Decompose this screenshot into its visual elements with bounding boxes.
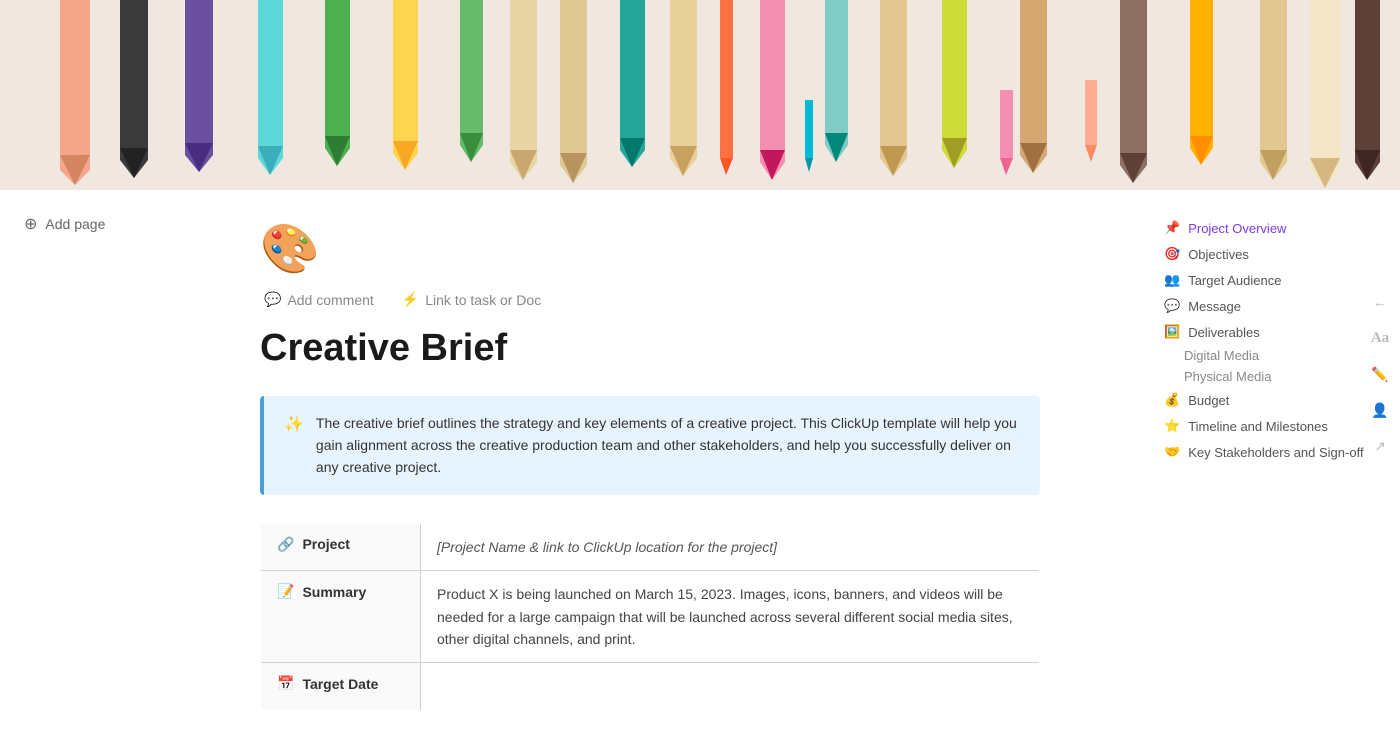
timeline-icon: ⭐ xyxy=(1164,418,1180,434)
toc-item-objectives[interactable]: 🎯 Objectives xyxy=(1156,242,1384,266)
info-table: 🔗 Project [Project Name & link to ClickU… xyxy=(260,523,1040,711)
font-size-button[interactable]: Aa xyxy=(1368,326,1392,350)
link-icon: ⚡ xyxy=(402,291,419,308)
comment-icon: 💬 xyxy=(264,291,281,308)
add-page-button[interactable]: ⊕ Add page xyxy=(16,210,184,238)
main-content: 🎨 💬 Add comment ⚡ Link to task or Doc Cr… xyxy=(200,190,1100,741)
project-overview-label: Project Overview xyxy=(1188,221,1286,236)
link-button[interactable]: ⚡ Link to task or Doc xyxy=(398,289,545,310)
share-button[interactable]: ↗ xyxy=(1368,434,1392,458)
callout-text: The creative brief outlines the strategy… xyxy=(316,412,1020,479)
project-label: Project xyxy=(302,536,349,552)
add-page-label: Add page xyxy=(45,216,105,232)
page-title: Creative Brief xyxy=(260,326,1040,372)
budget-label: Budget xyxy=(1188,393,1229,408)
message-label: Message xyxy=(1188,299,1241,314)
toc-item-project-overview[interactable]: 📌 Project Overview xyxy=(1156,216,1384,240)
project-icon: 🔗 xyxy=(277,536,294,553)
right-sidebar-toc: 📌 Project Overview 🎯 Objectives 👥 Target… xyxy=(1140,200,1400,482)
page-icon: 🎨 xyxy=(260,220,1040,277)
stakeholders-icon: 🤝 xyxy=(1164,444,1180,460)
table-row: 📅 Target Date xyxy=(261,663,1040,710)
toc-sub-digital-media[interactable]: Digital Media xyxy=(1156,346,1384,365)
toc-item-target-audience[interactable]: 👥 Target Audience xyxy=(1156,268,1384,292)
edit-button[interactable]: ✏️ xyxy=(1368,362,1392,386)
toc-item-stakeholders[interactable]: 🤝 Key Stakeholders and Sign-off xyxy=(1156,440,1384,464)
summary-label: Summary xyxy=(302,584,366,600)
toc-item-message[interactable]: 💬 Message xyxy=(1156,294,1384,318)
callout-icon: ✨ xyxy=(284,414,304,434)
target-date-value xyxy=(421,663,1040,710)
target-date-label: Target Date xyxy=(302,676,378,692)
target-audience-icon: 👥 xyxy=(1164,272,1180,288)
timeline-label: Timeline and Milestones xyxy=(1188,419,1328,434)
sidebar-controls: ← Aa ✏️ 👤 ↗ xyxy=(1368,290,1392,458)
add-comment-label: Add comment xyxy=(287,292,373,308)
summary-icon: 📝 xyxy=(277,583,294,600)
add-comment-button[interactable]: 💬 Add comment xyxy=(260,289,378,310)
message-icon: 💬 xyxy=(1164,298,1180,314)
objectives-label: Objectives xyxy=(1188,247,1249,262)
summary-value: Product X is being launched on March 15,… xyxy=(421,571,1040,663)
add-page-icon: ⊕ xyxy=(24,214,37,234)
person-icon[interactable]: 👤 xyxy=(1368,398,1392,422)
hero-banner xyxy=(0,0,1400,190)
toc-item-deliverables[interactable]: 🖼️ Deliverables xyxy=(1156,320,1384,344)
project-value: [Project Name & link to ClickUp location… xyxy=(437,539,777,555)
toc-item-timeline[interactable]: ⭐ Timeline and Milestones xyxy=(1156,414,1384,438)
deliverables-icon: 🖼️ xyxy=(1164,324,1180,340)
date-icon: 📅 xyxy=(277,675,294,692)
objectives-icon: 🎯 xyxy=(1164,246,1180,262)
target-audience-label: Target Audience xyxy=(1188,273,1281,288)
left-sidebar: ⊕ Add page xyxy=(0,190,200,258)
deliverables-label: Deliverables xyxy=(1188,325,1260,340)
stakeholders-label: Key Stakeholders and Sign-off xyxy=(1188,445,1363,460)
toc-sub-physical-media[interactable]: Physical Media xyxy=(1156,367,1384,386)
table-row: 🔗 Project [Project Name & link to ClickU… xyxy=(261,523,1040,570)
table-row: 📝 Summary Product X is being launched on… xyxy=(261,571,1040,663)
toc-item-budget[interactable]: 💰 Budget xyxy=(1156,388,1384,412)
toolbar: 💬 Add comment ⚡ Link to task or Doc xyxy=(260,289,1040,310)
budget-icon: 💰 xyxy=(1164,392,1180,408)
callout-box: ✨ The creative brief outlines the strate… xyxy=(260,396,1040,495)
project-overview-icon: 📌 xyxy=(1164,220,1180,236)
collapse-sidebar-button[interactable]: ← xyxy=(1368,290,1392,314)
link-label: Link to task or Doc xyxy=(425,292,541,308)
